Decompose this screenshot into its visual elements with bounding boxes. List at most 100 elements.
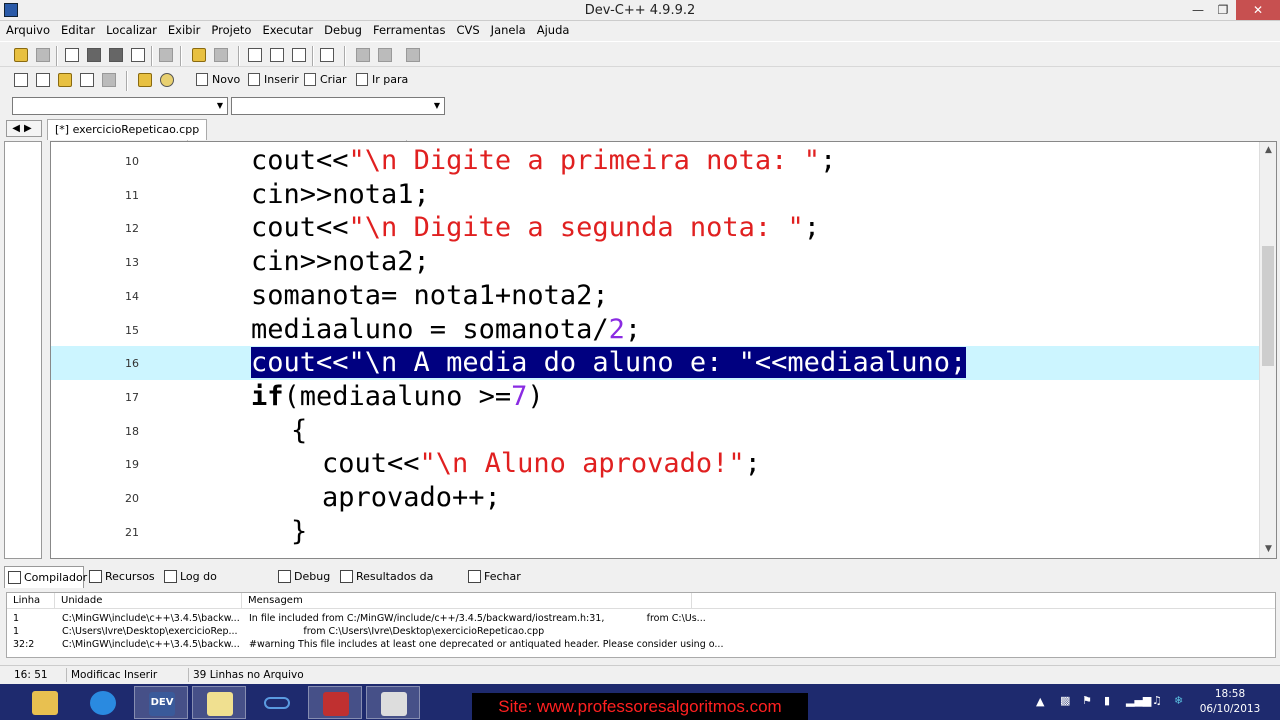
taskbar-recorder[interactable]	[308, 686, 362, 719]
indent-button[interactable]	[354, 46, 372, 64]
code-line[interactable]: 12 cout<<"\n Digite a segunda nota: ";	[51, 211, 1259, 245]
ir-para-label: Ir para	[372, 73, 409, 86]
code-line[interactable]: 17 if(mediaaluno >=7)	[51, 380, 1259, 414]
tab-resultados-busca[interactable]: Resultados da Busca	[337, 566, 461, 605]
table-row[interactable]: 32:2 C:\MinGW\include\c++\3.4.5\backw...…	[7, 638, 1275, 651]
compile-button[interactable]	[12, 71, 30, 89]
scroll-up-icon[interactable]: ▲	[1260, 142, 1276, 159]
toggle-comment-button[interactable]	[404, 46, 422, 64]
scroll-thumb[interactable]	[1262, 246, 1274, 366]
table-row[interactable]: 1 C:\MinGW\include\c++\3.4.5\backw... In…	[7, 612, 1275, 625]
output-tabs: Compilador Recursos Log do Compilador De…	[4, 566, 1276, 605]
code-token: "\n Digite a segunda nota: "	[348, 212, 804, 244]
col-linha[interactable]: Linha	[7, 593, 55, 609]
tray-battery-icon[interactable]: ▮	[1104, 694, 1110, 707]
menu-localizar[interactable]: Localizar	[100, 21, 162, 37]
undo-button[interactable]	[190, 46, 208, 64]
menu-projeto[interactable]: Projeto	[205, 21, 256, 37]
taskbar-notes[interactable]	[192, 686, 246, 719]
about-button[interactable]	[158, 71, 176, 89]
ie-icon	[90, 691, 116, 715]
table-row[interactable]: 1 C:\Users\Ivre\Desktop\exercicioRep... …	[7, 625, 1275, 638]
ir-para-button[interactable]: Ir para	[354, 70, 408, 90]
project-panel[interactable]	[4, 141, 42, 559]
tab-recursos[interactable]: Recursos	[86, 566, 158, 588]
code-line[interactable]: 15 mediaaluno = somanota/2;	[51, 313, 1259, 347]
tab-log-compilador[interactable]: Log do Compilador	[161, 566, 271, 605]
tab-debug[interactable]: Debug	[275, 566, 333, 588]
close-project-button[interactable]	[34, 46, 52, 64]
maximize-button[interactable]: ❐	[1208, 0, 1238, 20]
menu-arquivo[interactable]: Arquivo	[0, 21, 55, 37]
close-file-button[interactable]	[129, 46, 147, 64]
code-token: (mediaaluno >=	[283, 380, 512, 412]
taskbar-explorer[interactable]	[18, 686, 72, 719]
code-line[interactable]: 18 {	[51, 414, 1259, 448]
code-line[interactable]: 20 aprovado++;	[51, 481, 1259, 515]
find-button[interactable]	[246, 46, 264, 64]
tray-signal-icon[interactable]: ▂▄▆	[1126, 694, 1151, 707]
menu-exibir[interactable]: Exibir	[162, 21, 206, 37]
vertical-scrollbar[interactable]: ▲ ▼	[1259, 142, 1276, 558]
menu-executar[interactable]: Executar	[256, 21, 318, 37]
code-editor[interactable]: 10 cout<<"\n Digite a primeira nota: "; 11…	[50, 141, 1277, 559]
menu-debug[interactable]: Debug	[318, 21, 367, 37]
goto-line-icon	[320, 48, 334, 62]
rebuild-button[interactable]	[78, 71, 96, 89]
tab-exerciciorepeticao[interactable]: [*] exercicioRepeticao.cpp	[47, 119, 208, 140]
tab-compilador[interactable]: Compilador	[4, 566, 87, 588]
criar-button[interactable]: Criar	[302, 70, 347, 90]
compile-run-button[interactable]	[56, 71, 74, 89]
tab-fechar[interactable]: Fechar	[465, 566, 523, 588]
compiler-messages[interactable]: Linha Unidade Mensagem 1 C:\MinGW\includ…	[6, 592, 1276, 658]
save-button[interactable]	[85, 46, 103, 64]
tray-flag-icon[interactable]: ⚑	[1082, 694, 1092, 707]
code-line[interactable]: 11 cin>>nota1;	[51, 178, 1259, 212]
find-next-button[interactable]	[268, 46, 286, 64]
menu-janela[interactable]: Janela	[485, 21, 531, 37]
taskbar-video[interactable]	[366, 686, 420, 719]
tray-up-icon[interactable]: ▲	[1036, 695, 1044, 708]
menu-ferramentas[interactable]: Ferramentas	[367, 21, 450, 37]
col-mensagem[interactable]: Mensagem	[242, 593, 692, 609]
menu-cvs[interactable]: CVS	[450, 21, 484, 37]
save-all-button[interactable]	[107, 46, 125, 64]
novo-button[interactable]: Novo	[194, 70, 240, 90]
class-select[interactable]: ▼	[12, 97, 228, 115]
check-syntax-button[interactable]	[100, 71, 118, 89]
tray-network-icon[interactable]: ❄	[1174, 694, 1183, 707]
replace-button[interactable]	[290, 46, 308, 64]
code-line[interactable]: 19 cout<<"\n Aluno aprovado!";	[51, 447, 1259, 481]
print-button[interactable]	[157, 46, 175, 64]
goto-line-button[interactable]	[318, 46, 336, 64]
taskbar-clock[interactable]: 18:58 06/10/2013	[1198, 687, 1262, 717]
taskbar-ie[interactable]	[76, 686, 130, 719]
taskbar-infinity[interactable]	[250, 686, 304, 719]
insert-icon	[248, 73, 260, 86]
scroll-down-icon[interactable]: ▼	[1260, 541, 1276, 558]
run-button[interactable]	[34, 71, 52, 89]
help-button[interactable]	[136, 71, 154, 89]
code-text: cout<<"\n Aluno aprovado!";	[322, 447, 761, 481]
menu-ajuda[interactable]: Ajuda	[531, 21, 575, 37]
tray-volume-icon[interactable]: ♫	[1152, 694, 1162, 707]
member-select[interactable]: ▼	[231, 97, 445, 115]
menu-editar[interactable]: Editar	[55, 21, 100, 37]
unindent-button[interactable]	[376, 46, 394, 64]
line-number: 15	[125, 323, 139, 337]
col-unidade[interactable]: Unidade	[55, 593, 242, 609]
code-line[interactable]: 21}	[51, 515, 1259, 549]
close-button[interactable]: ✕	[1236, 0, 1280, 20]
code-line[interactable]: 14 somanota= nota1+nota2;	[51, 279, 1259, 313]
inserir-button[interactable]: Inserir	[246, 70, 299, 90]
line-number: 18	[125, 424, 139, 438]
new-file-button[interactable]	[63, 46, 81, 64]
tab-nav-arrows[interactable]: ◀▶	[6, 120, 42, 137]
redo-button[interactable]	[212, 46, 230, 64]
new-project-button[interactable]	[12, 46, 30, 64]
taskbar-devcpp[interactable]: DEV	[134, 686, 188, 719]
code-line[interactable]: 13 cin>>nota2;	[51, 245, 1259, 279]
tray-keyboard-icon[interactable]: ▩	[1060, 694, 1070, 707]
code-line[interactable]: 16 cout<<"\n A media do aluno e: "<<media…	[51, 346, 1259, 381]
code-line[interactable]: 10 cout<<"\n Digite a primeira nota: ";	[51, 144, 1259, 178]
